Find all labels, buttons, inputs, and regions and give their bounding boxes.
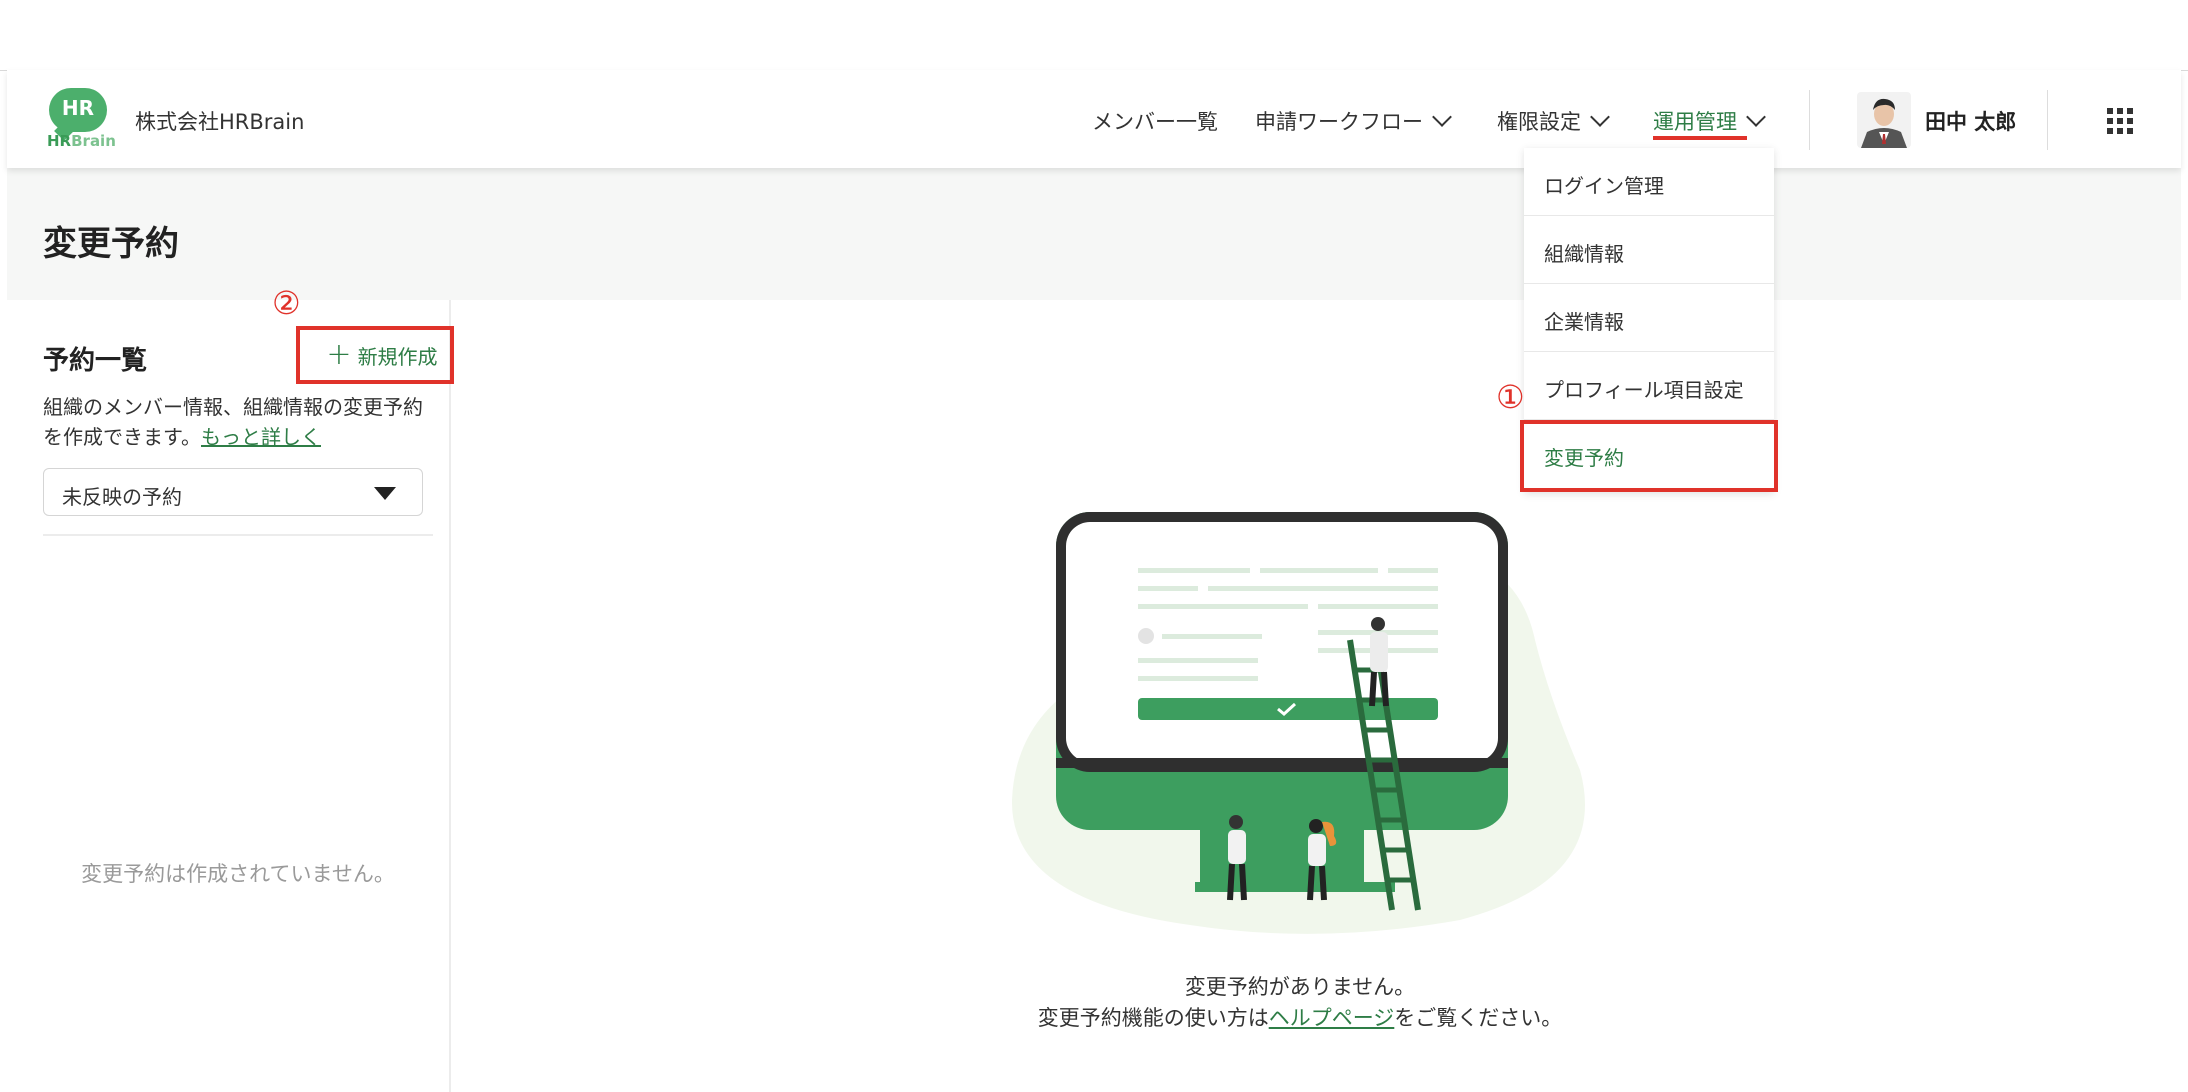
app-grid-icon[interactable] xyxy=(2107,108,2133,134)
select-value: 未反映の予約 xyxy=(62,485,182,509)
browser-top-strip xyxy=(0,0,2188,71)
list-description: 組織のメンバー情報、組織情報の変更予約を作成できます。もっと詳しく xyxy=(43,395,423,449)
header-divider xyxy=(1809,90,1810,150)
user-name[interactable]: 田中 太郎 xyxy=(1925,106,2016,136)
logo-badge-text: HR xyxy=(61,96,95,120)
nav-operations-underline xyxy=(1653,136,1747,140)
annotation-marker-1: ① xyxy=(1496,378,1525,416)
empty-state-line-1: 変更予約がありません。 xyxy=(1184,975,1416,999)
annotation-box-new-button xyxy=(296,326,454,384)
menu-item-profile-settings[interactable]: プロフィール項目設定 xyxy=(1524,352,1774,420)
nav-permissions[interactable]: 権限設定 xyxy=(1497,106,1610,136)
chevron-down-icon xyxy=(1590,107,1610,127)
nav-operations[interactable]: 運用管理 xyxy=(1653,106,1766,136)
reservation-filter-select[interactable]: 未反映の予約 xyxy=(43,468,423,516)
page-title-band: 変更予約 xyxy=(7,168,2181,300)
hrbrain-logo[interactable]: HR HRBrain xyxy=(41,88,116,150)
annotation-marker-2: ② xyxy=(272,284,301,322)
nav-members[interactable]: メンバー一覧 xyxy=(1092,106,1218,136)
reservation-list-panel: 予約一覧 + 新規作成 組織のメンバー情報、組織情報の変更予約を作成できます。もっ… xyxy=(7,300,451,1092)
company-name: 株式会社HRBrain xyxy=(135,110,305,134)
menu-item-company-info[interactable]: 企業情報 xyxy=(1524,284,1774,352)
chevron-down-icon xyxy=(1746,107,1766,127)
header-divider xyxy=(2047,90,2048,150)
nav-workflow[interactable]: 申請ワークフロー xyxy=(1255,106,1452,136)
empty-list-message: 変更予約は作成されていません。 xyxy=(81,862,395,886)
learn-more-link[interactable]: もっと詳しく xyxy=(201,425,321,449)
caret-down-icon xyxy=(374,487,396,500)
list-title: 予約一覧 xyxy=(43,346,148,376)
app-header: HR HRBrain 株式会社HRBrain メンバー一覧 申請ワークフロー 権… xyxy=(7,70,2181,168)
chevron-down-icon xyxy=(1432,107,1452,127)
menu-item-login-management[interactable]: ログイン管理 xyxy=(1524,148,1774,216)
empty-state-illustration xyxy=(990,500,1630,940)
page-title: 変更予約 xyxy=(43,224,179,264)
help-page-link[interactable]: ヘルプページ xyxy=(1269,1006,1395,1030)
annotation-box-menu xyxy=(1520,420,1778,492)
user-avatar[interactable] xyxy=(1857,92,1911,148)
logo-wordmark: HRBrain xyxy=(47,132,116,150)
empty-state-line-2: 変更予約機能の使い方はヘルプページをご覧ください。 xyxy=(1037,1006,1563,1030)
empty-state-message: 変更予約がありません。 変更予約機能の使い方はヘルプページをご覧ください。 xyxy=(900,972,1700,1034)
menu-item-organization-info[interactable]: 組織情報 xyxy=(1524,216,1774,284)
divider xyxy=(43,534,433,536)
